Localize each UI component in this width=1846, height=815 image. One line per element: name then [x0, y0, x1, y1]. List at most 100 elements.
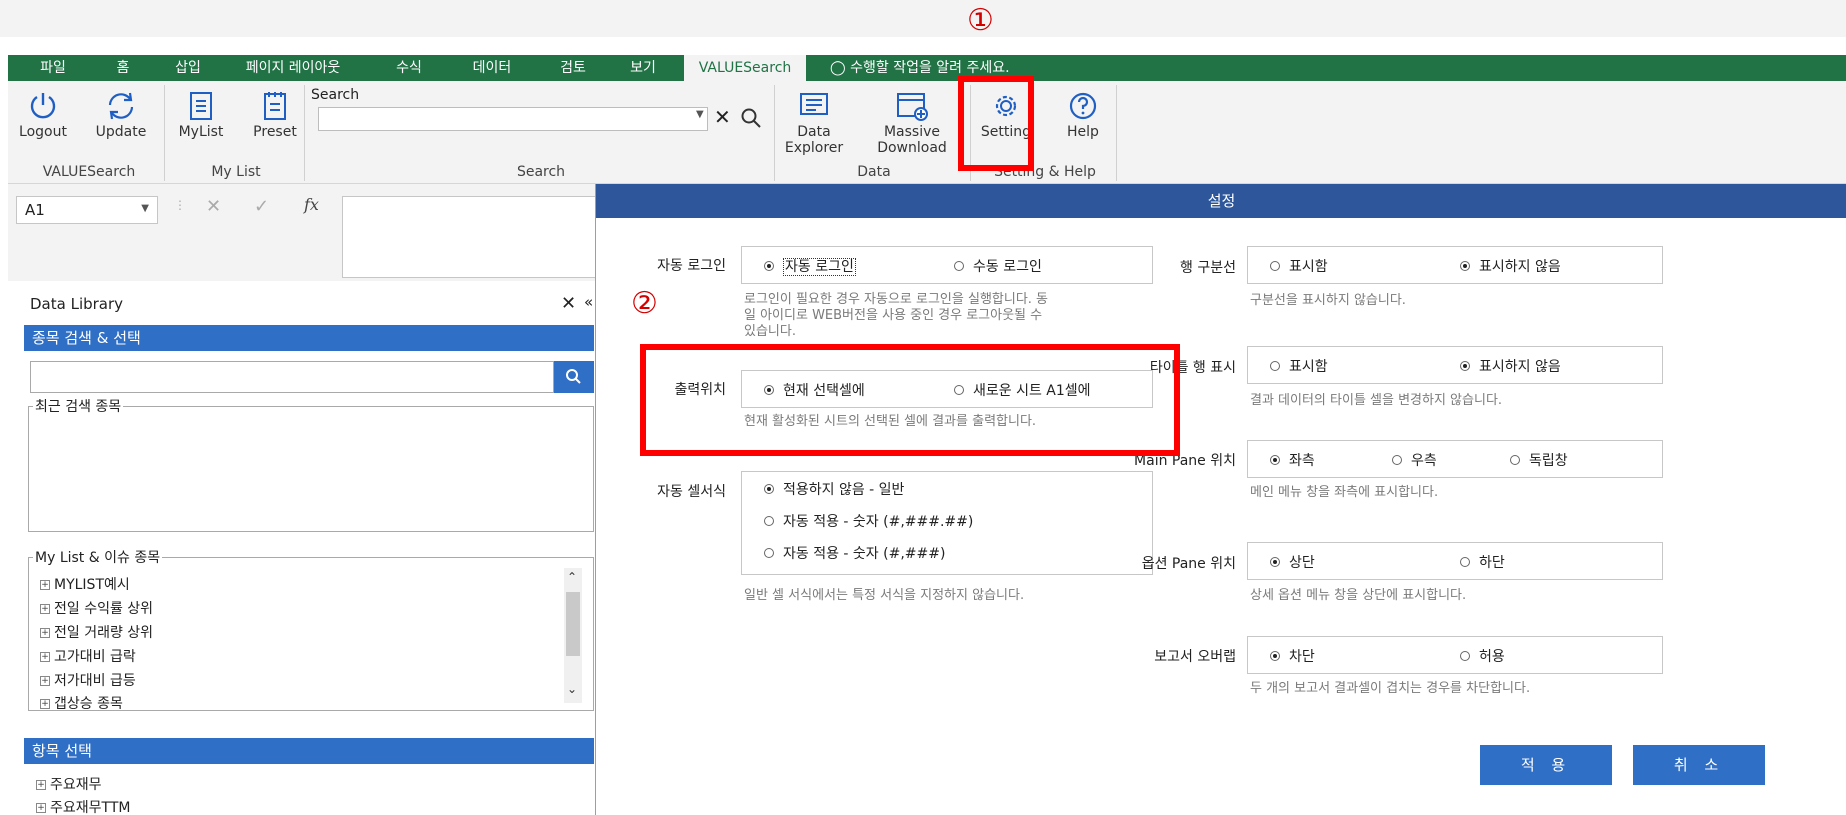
- expand-icon[interactable]: +: [36, 780, 46, 790]
- close-icon[interactable]: ✕: [561, 293, 576, 314]
- preset-button[interactable]: Preset: [244, 91, 306, 140]
- tab-view[interactable]: 보기: [618, 55, 668, 81]
- tree-item[interactable]: + 전일 수익률 상위: [40, 598, 153, 618]
- search-icon[interactable]: [740, 107, 762, 129]
- stock-search-button[interactable]: [554, 361, 594, 393]
- collapse-icon[interactable]: «: [584, 293, 593, 311]
- tree-item[interactable]: + 전일 거래량 상위: [40, 622, 153, 642]
- tab-valuesearch[interactable]: VALUESearch: [684, 55, 806, 81]
- apply-button[interactable]: 적 용: [1480, 745, 1612, 785]
- expand-icon[interactable]: +: [40, 628, 50, 638]
- search-icon: [566, 369, 581, 384]
- expand-icon[interactable]: +: [40, 580, 50, 590]
- tree-item[interactable]: + 주요재무: [36, 774, 102, 794]
- cancel-button[interactable]: 취 소: [1633, 745, 1765, 785]
- document-list-icon: [190, 92, 212, 120]
- tab-home[interactable]: 홈: [98, 55, 148, 81]
- expand-icon[interactable]: +: [36, 803, 46, 813]
- tree-item[interactable]: + 저가대비 급등: [40, 670, 136, 690]
- tab-formulas[interactable]: 수식: [384, 55, 434, 81]
- radio-unselected: [1392, 455, 1402, 465]
- help-button[interactable]: Help: [1054, 91, 1112, 140]
- group-separator: [774, 85, 775, 181]
- report-overlap-allow-radio[interactable]: 허용: [1460, 646, 1505, 666]
- formula-input[interactable]: [342, 196, 598, 278]
- radio-unselected: [764, 548, 774, 558]
- main-pane-right-radio[interactable]: 우측: [1392, 450, 1437, 470]
- ribbon-search-label: Search: [311, 87, 360, 103]
- tab-review[interactable]: 검토: [548, 55, 598, 81]
- update-button[interactable]: Update: [90, 91, 152, 140]
- name-box[interactable]: A1 ▼: [16, 196, 158, 224]
- title-row-show-radio[interactable]: 표시함: [1270, 356, 1328, 376]
- checkmark-icon[interactable]: ✓: [254, 196, 269, 217]
- checklist-icon: [264, 92, 286, 120]
- massive-download-label-2: Download: [877, 140, 947, 156]
- radio-unselected: [1270, 261, 1280, 271]
- massive-download-button[interactable]: Massive Download: [866, 91, 958, 156]
- clear-icon[interactable]: ✕: [714, 105, 731, 129]
- chevron-down-icon[interactable]: ▼: [696, 109, 704, 120]
- tree-item[interactable]: + MYLIST예시: [40, 574, 130, 594]
- chevron-down-icon[interactable]: ▼: [141, 203, 149, 214]
- radio-selected: [764, 261, 774, 271]
- scroll-up-icon[interactable]: ⌃: [567, 570, 577, 584]
- option-pane-top-radio[interactable]: 상단: [1270, 552, 1315, 572]
- row-divider-show-radio[interactable]: 표시함: [1270, 256, 1328, 276]
- auto-login-radio[interactable]: 자동 로그인: [764, 256, 856, 276]
- stock-search-input[interactable]: [30, 361, 554, 393]
- tab-page-layout[interactable]: 페이지 레이아웃: [230, 55, 356, 81]
- tree-item[interactable]: + 고가대비 급락: [40, 646, 136, 666]
- radio-unselected: [764, 516, 774, 526]
- main-pane-window-radio[interactable]: 독립창: [1510, 450, 1568, 470]
- format-decimal-radio[interactable]: 자동 적용 - 숫자 (#,###.##): [764, 511, 973, 531]
- mylist-button[interactable]: MyList: [168, 91, 234, 140]
- data-explorer-button[interactable]: Data Explorer: [778, 91, 850, 156]
- report-overlap-block-radio[interactable]: 차단: [1270, 646, 1315, 666]
- expand-icon[interactable]: +: [40, 652, 50, 662]
- expand-icon[interactable]: +: [40, 676, 50, 686]
- auto-login-desc-2: 일 아이디로 WEB버전을 사용 중인 경우 로그아웃될 수: [744, 308, 1043, 323]
- title-row-hide-radio[interactable]: 표시하지 않음: [1460, 356, 1561, 376]
- row-divider-options: 표시함 표시하지 않음: [1247, 246, 1663, 284]
- report-overlap-options: 차단 허용: [1247, 636, 1663, 674]
- row-divider-hide-radio[interactable]: 표시하지 않음: [1460, 256, 1561, 276]
- option-pane-bottom-radio[interactable]: 하단: [1460, 552, 1505, 572]
- tree-item[interactable]: + 갭상승 종목: [40, 693, 123, 709]
- insert-function-button[interactable]: fx: [304, 195, 319, 214]
- highlight-setting-box: [958, 76, 1034, 171]
- tree-item[interactable]: + 주요재무TTM: [36, 797, 130, 815]
- row-divider-label: 행 구분선: [1180, 260, 1236, 276]
- annotation-marker-2: ②: [631, 286, 658, 321]
- stock-search-header: 종목 검색 & 선택: [24, 325, 594, 351]
- radio-selected: [1460, 361, 1470, 371]
- manual-login-radio[interactable]: 수동 로그인: [954, 256, 1042, 276]
- formula-bar: A1 ▼ ⋮ ✕ ✓ fx: [8, 184, 598, 281]
- radio-selected: [764, 484, 774, 494]
- auto-format-label: 자동 셀서식: [657, 484, 726, 500]
- auto-format-desc: 일반 셀 서식에서는 특정 서식을 지정하지 않습니다.: [744, 588, 1025, 603]
- cancel-x-icon[interactable]: ✕: [206, 196, 221, 217]
- formula-actions: ⋮ ✕ ✓: [168, 196, 348, 224]
- scroll-thumb[interactable]: [566, 592, 580, 656]
- tree-clip: + 갭상승 종목: [30, 692, 560, 709]
- mylist-scrollbar[interactable]: ⌃ ⌄: [564, 568, 582, 703]
- expand-icon[interactable]: +: [40, 699, 50, 709]
- format-general-radio[interactable]: 적용하지 않음 - 일반: [764, 479, 904, 499]
- window-download-icon: [897, 93, 928, 121]
- massive-download-label-1: Massive: [883, 124, 941, 140]
- format-integer-radio[interactable]: 자동 적용 - 숫자 (#,###): [764, 543, 945, 563]
- tab-insert[interactable]: 삽입: [158, 55, 218, 81]
- auto-format-options: 적용하지 않음 - 일반 자동 적용 - 숫자 (#,###.##) 자동 적용…: [741, 471, 1153, 575]
- tab-data[interactable]: 데이터: [456, 55, 528, 81]
- ribbon-search-input[interactable]: [318, 107, 708, 131]
- logout-button[interactable]: Logout: [14, 91, 72, 140]
- highlight-output-position-box: [640, 344, 1180, 456]
- scroll-down-icon[interactable]: ⌄: [567, 682, 577, 696]
- option-pane-label: 옵션 Pane 위치: [1141, 556, 1236, 572]
- main-pane-left-radio[interactable]: 좌측: [1270, 450, 1315, 470]
- tab-file[interactable]: 파일: [22, 55, 84, 81]
- expand-icon[interactable]: +: [40, 604, 50, 614]
- radio-selected: [1270, 651, 1280, 661]
- top-strip: [0, 0, 1846, 37]
